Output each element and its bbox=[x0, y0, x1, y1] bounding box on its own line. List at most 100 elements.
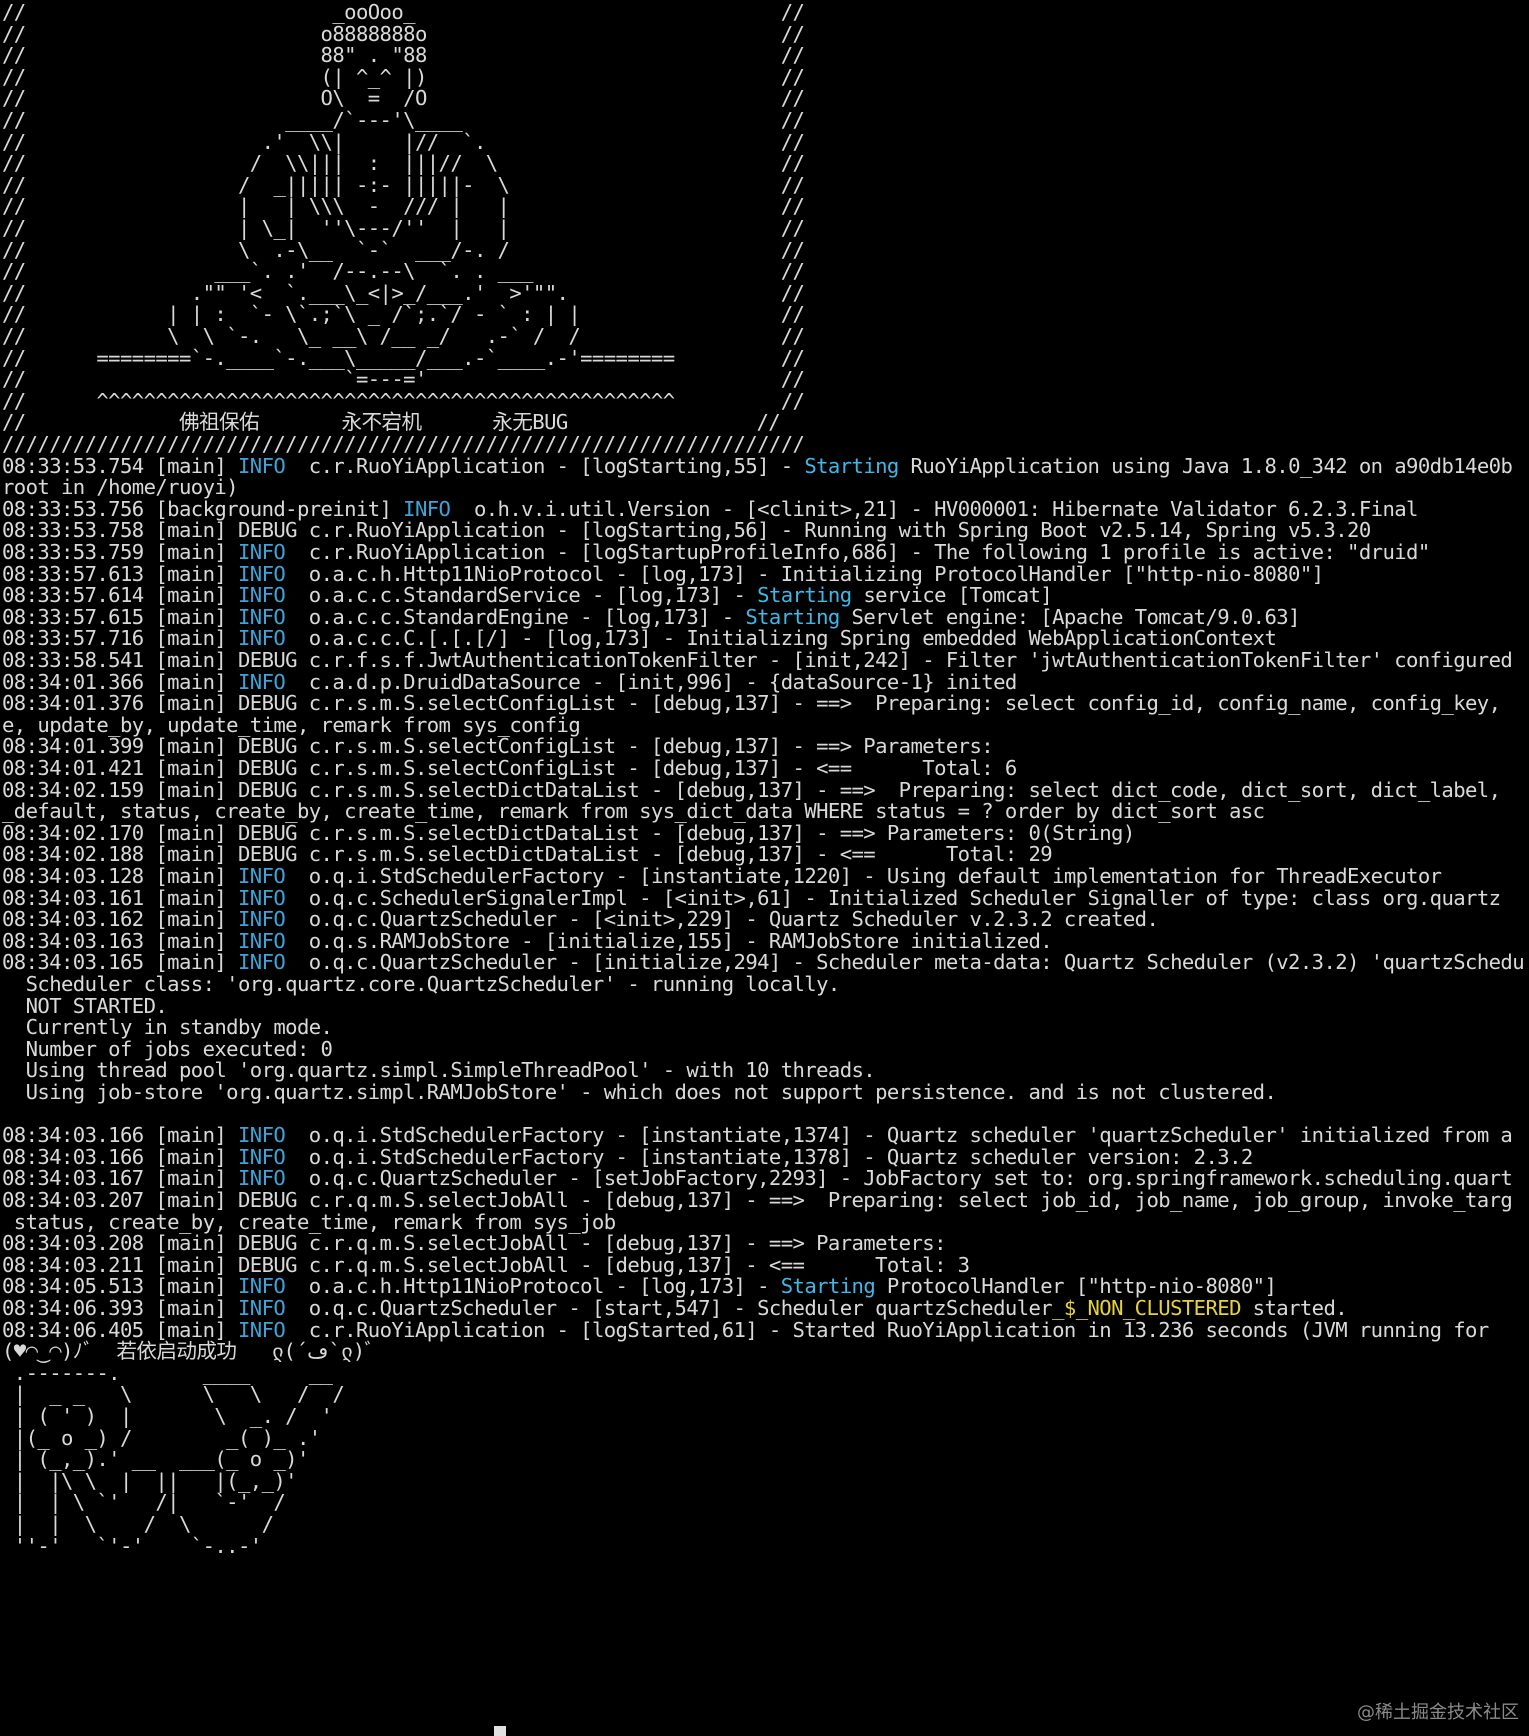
banner-line: // | \_| ''\---/'' | | // bbox=[2, 216, 805, 240]
log-line: 08:33:57.615 [main] INFO o.a.c.c.Standar… bbox=[2, 605, 1300, 629]
log-line: 08:33:53.759 [main] INFO c.r.RuoYiApplic… bbox=[2, 540, 1430, 564]
log-line: Currently in standby mode. bbox=[2, 1015, 333, 1040]
banner-line: // 88" . "88 // bbox=[2, 43, 805, 68]
banner-line: // ____/`---'\____ // bbox=[2, 108, 805, 132]
log-level: INFO bbox=[237, 864, 297, 888]
log-prefix: 08:33:57.615 [main] bbox=[2, 604, 238, 629]
log-line: 08:33:53.756 [background-preinit] INFO o… bbox=[2, 497, 1418, 521]
log-prefix: 08:34:03.163 [main] bbox=[2, 928, 238, 953]
log-line: 08:34:02.188 [main] DEBUG c.r.s.m.S.sele… bbox=[2, 842, 1053, 867]
ascii-logo-line: ''-' `'-' `-..-' bbox=[2, 1533, 427, 1558]
banner-line: // / _||||| -:- |||||- \ // bbox=[2, 172, 805, 197]
log-line: 08:34:06.393 [main] INFO o.q.c.QuartzSch… bbox=[2, 1296, 1348, 1320]
ascii-logo-line: |(_ o _) / _( )_ .' bbox=[2, 1425, 427, 1450]
log-line: 08:34:03.166 [main] INFO o.q.i.StdSchedu… bbox=[2, 1145, 1253, 1169]
log-message: o.q.c.SchedulerSignalerImpl - [<init>,61… bbox=[296, 885, 1501, 910]
log-prefix: 08:34:03.165 [main] bbox=[2, 950, 238, 975]
log-level: INFO bbox=[237, 1296, 297, 1320]
log-message: o.a.c.h.Http11NioProtocol - [log,173] - bbox=[296, 1274, 781, 1299]
log-level: INFO bbox=[237, 950, 297, 975]
log-message: o.q.i.StdSchedulerFactory - [instantiate… bbox=[296, 864, 1442, 888]
log-message-tail: service [Tomcat] bbox=[851, 583, 1053, 608]
log-prefix: 08:34:03.166 [main] bbox=[2, 1123, 238, 1148]
log-line: NOT STARTED. bbox=[2, 993, 168, 1018]
log-prefix: 08:33:57.614 [main] bbox=[2, 583, 238, 608]
banner-line: // 佛祖保佑 永不宕机 永无BUG // bbox=[2, 410, 781, 435]
log-level: INFO bbox=[237, 1123, 297, 1148]
banner-line: // `=---=' // bbox=[2, 367, 805, 392]
log-line: Number of jobs executed: 0 bbox=[2, 1036, 333, 1061]
log-level: INFO bbox=[237, 583, 297, 608]
log-prefix: 08:34:03.162 [main] bbox=[2, 907, 238, 932]
log-prefix: 08:33:53.756 [background-preinit] bbox=[2, 496, 404, 521]
log-prefix: 08:33:57.613 [main] bbox=[2, 561, 238, 586]
banner-line: // \ .-\__ `-` ___/-. / // bbox=[2, 237, 805, 262]
log-message: o.q.c.QuartzScheduler - [setJobFactory,2… bbox=[296, 1166, 1513, 1191]
log-line: 08:33:57.614 [main] INFO o.a.c.c.Standar… bbox=[2, 583, 1053, 608]
ascii-logo-line: | |\ \ | || |(_,_)' bbox=[2, 1468, 404, 1493]
log-message: c.r.RuoYiApplication - [logStarted,61] -… bbox=[296, 1317, 1489, 1342]
log-line: root in /home/ruoyi) bbox=[2, 475, 239, 500]
log-line: 08:34:03.167 [main] INFO o.q.c.QuartzSch… bbox=[2, 1166, 1513, 1191]
starting-highlight: Starting bbox=[804, 453, 899, 478]
log-line: Scheduler class: 'org.quartz.core.Quartz… bbox=[2, 972, 841, 996]
log-prefix: 08:34:03.167 [main] bbox=[2, 1166, 238, 1191]
log-prefix: 08:33:53.754 [main] bbox=[2, 453, 238, 478]
terminal-cursor bbox=[494, 1726, 506, 1736]
log-message: o.a.c.c.StandardService - [log,173] - bbox=[296, 583, 758, 608]
ascii-logo-line: | | \ / \ / bbox=[2, 1512, 404, 1536]
banner-line: // ========`-.____`-.___\_____/___.-`___… bbox=[2, 345, 805, 370]
log-message: o.q.c.QuartzScheduler - [<init>,229] - Q… bbox=[296, 907, 1159, 932]
log-level: INFO bbox=[237, 453, 297, 478]
log-level: INFO bbox=[237, 885, 297, 910]
log-message-tail: RuoYiApplication using Java 1.8.0_342 on… bbox=[898, 453, 1513, 478]
log-level: INFO bbox=[237, 928, 297, 953]
log-line: 08:34:03.163 [main] INFO o.q.s.RAMJobSto… bbox=[2, 928, 1053, 953]
banner-line: // O\ = /O // bbox=[2, 86, 805, 111]
log-line: 08:33:58.541 [main] DEBUG c.r.f.s.f.JwtA… bbox=[2, 648, 1513, 672]
ascii-logo-line: | | \ `' /| `-' / bbox=[2, 1490, 415, 1515]
log-level: INFO bbox=[237, 1274, 297, 1299]
log-line: 08:34:03.128 [main] INFO o.q.i.StdSchedu… bbox=[2, 864, 1442, 888]
banner-line: // | | \\\ - /// | | // bbox=[2, 194, 805, 219]
log-prefix: 08:34:01.366 [main] bbox=[2, 669, 238, 694]
log-line: 08:33:57.716 [main] INFO o.a.c.c.C.[.[.[… bbox=[2, 626, 1277, 651]
log-line: 08:34:01.399 [main] DEBUG c.r.s.m.S.sele… bbox=[2, 734, 1005, 759]
starting-highlight: Starting bbox=[745, 604, 840, 629]
log-message: o.q.s.RAMJobStore - [initialize,155] - R… bbox=[296, 928, 1053, 953]
log-line: 08:34:03.165 [main] INFO o.q.c.QuartzSch… bbox=[2, 950, 1525, 975]
log-line: 08:34:03.162 [main] INFO o.q.c.QuartzSch… bbox=[2, 907, 1159, 932]
log-line: 08:33:53.754 [main] INFO c.r.RuoYiApplic… bbox=[2, 453, 1513, 478]
log-message-tail: Servlet engine: [Apache Tomcat/9.0.63] bbox=[839, 604, 1301, 629]
log-message: o.a.c.c.C.[.[.[/] - [log,173] - Initiali… bbox=[296, 626, 1277, 651]
log-prefix: 08:34:06.405 [main] bbox=[2, 1317, 238, 1342]
log-prefix: 08:34:05.513 [main] bbox=[2, 1274, 238, 1299]
log-level: INFO bbox=[237, 669, 297, 694]
log-line: 08:34:01.366 [main] INFO c.a.d.p.DruidDa… bbox=[2, 670, 1017, 694]
log-line: 08:34:02.159 [main] DEBUG c.r.s.m.S.sele… bbox=[2, 777, 1501, 802]
log-level: INFO bbox=[237, 561, 297, 586]
log-line: 08:33:53.758 [main] DEBUG c.r.RuoYiAppli… bbox=[2, 518, 1371, 543]
log-message: o.q.i.StdSchedulerFactory - [instantiate… bbox=[296, 1123, 1513, 1148]
terminal-output: // _ooOoo_ //// o8888888o //// 88" . "88 bbox=[0, 0, 1529, 1736]
log-message: o.h.v.i.util.Version - [<clinit>,21] - H… bbox=[462, 496, 1418, 521]
banner-line: // _ooOoo_ // bbox=[2, 0, 805, 24]
log-message: o.q.i.StdSchedulerFactory - [instantiate… bbox=[296, 1144, 1253, 1169]
log-message-tail: ProtocolHandler ["http-nio-8080"] bbox=[875, 1274, 1277, 1299]
log-message: o.a.c.h.Http11NioProtocol - [log,173] - … bbox=[296, 561, 1324, 586]
log-message-tail: started. bbox=[1240, 1296, 1348, 1320]
log-message: c.r.RuoYiApplication - [logStartupProfil… bbox=[296, 540, 1430, 564]
log-line: 08:34:03.161 [main] INFO o.q.c.Scheduler… bbox=[2, 885, 1501, 910]
banner-line: // / \\||| : |||// \ // bbox=[2, 151, 805, 176]
ascii-logo-line: | ( ' ) | \ _. / ' bbox=[2, 1404, 415, 1428]
log-message: c.a.d.p.DruidDataSource - [init,996] - {… bbox=[296, 669, 1018, 694]
log-line: 08:34:03.208 [main] DEBUG c.r.q.m.S.sele… bbox=[2, 1231, 958, 1256]
log-line: e, update_by, update_time, remark from s… bbox=[2, 712, 581, 737]
log-prefix: 08:33:57.716 [main] bbox=[2, 626, 238, 651]
log-line: status, create_by, create_time, remark f… bbox=[2, 1209, 616, 1234]
banner-line: ////////////////////////////////////////… bbox=[2, 432, 805, 456]
log-prefix: 08:34:03.128 [main] bbox=[2, 864, 238, 888]
startup-success-line: (♥◠‿◠)ﾉﾞ 若依启动成功 ლ(´ڡ`ლ)ﾞ bbox=[2, 1339, 375, 1364]
banner-line: // ^^^^^^^^^^^^^^^^^^^^^^^^^^^^^^^^^^^^^… bbox=[2, 388, 805, 413]
log-line: 08:34:03.166 [main] INFO o.q.i.StdSchedu… bbox=[2, 1123, 1513, 1148]
